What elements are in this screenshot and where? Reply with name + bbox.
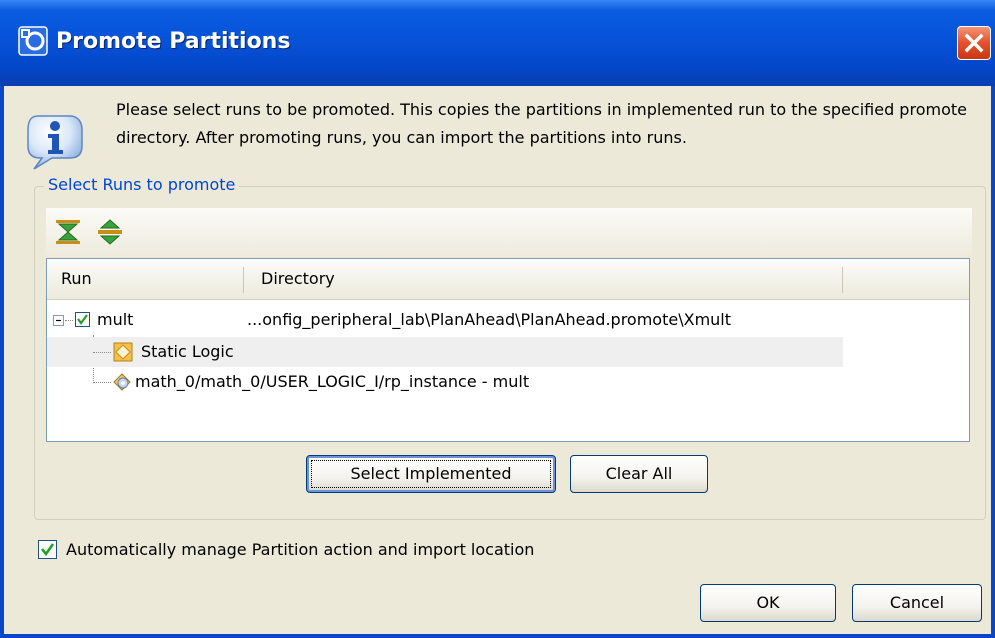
tree-connector [93,382,111,383]
window-frame-bottom [0,634,995,638]
clear-all-button[interactable]: Clear All [570,455,708,493]
tree-toolbar [46,208,972,258]
column-header-directory[interactable]: Directory [261,259,335,299]
info-icon [27,115,83,170]
table-row[interactable]: math_0/math_0/USER_LOGIC_I/rp_instance -… [47,367,843,397]
clear-all-label: Clear All [605,464,673,483]
runs-table: Run Directory mult ...onfig_peripheral_l… [46,258,970,442]
column-divider[interactable] [243,267,244,293]
close-button[interactable] [957,26,991,60]
cancel-label: Cancel [889,593,945,612]
window-frame-right [991,86,995,638]
column-header-run[interactable]: Run [61,259,92,299]
focus-indicator [311,460,551,488]
expand-all-icon[interactable] [55,219,81,245]
column-divider[interactable] [842,267,843,293]
tree-connector [93,352,111,353]
auto-manage-label[interactable]: Automatically manage Partition action an… [66,536,534,564]
table-row[interactable]: Static Logic [47,337,843,367]
run-name: mult [97,310,134,329]
auto-manage-checkbox[interactable] [38,540,57,559]
app-logo-icon [18,26,48,56]
window-title: Promote Partitions [56,29,291,54]
tree-connector [65,320,73,321]
minus-icon [56,319,61,322]
checkmark-icon [77,314,88,325]
partition-name: Static Logic [141,342,234,361]
static-logic-icon [113,342,133,362]
run-directory: ...onfig_peripheral_lab\PlanAhead\PlanAh… [247,310,732,329]
group-legend: Select Runs to promote [44,175,240,195]
table-row[interactable]: mult ...onfig_peripheral_lab\PlanAhead\P… [47,305,843,335]
table-header: Run Directory [47,259,969,300]
collapse-toggle[interactable] [53,315,64,326]
run-checkbox[interactable] [75,312,90,327]
window-frame-left [0,86,4,638]
close-icon [964,33,984,53]
partition-name: math_0/math_0/USER_LOGIC_I/rp_instance -… [135,372,530,391]
checkmark-icon [40,543,55,557]
cancel-button[interactable]: Cancel [852,584,982,622]
ok-button[interactable]: OK [700,584,836,622]
ok-label: OK [756,593,780,612]
collapse-all-icon[interactable] [97,219,123,245]
description-message: Please select runs to be promoted. This … [116,100,967,147]
partition-icon [113,373,131,391]
